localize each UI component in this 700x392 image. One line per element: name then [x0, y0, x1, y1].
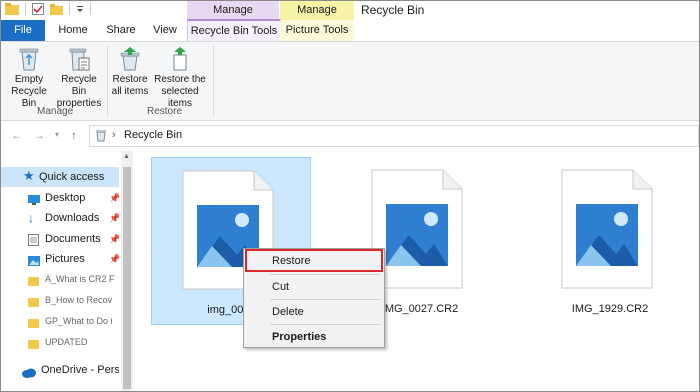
- restore-all-line2: all items: [111, 86, 149, 97]
- nav-folder-label: UPDATED: [45, 337, 88, 347]
- nav-folder[interactable]: A_What is CR2 F: [1, 269, 119, 289]
- menu-item-label: Properties: [272, 331, 327, 343]
- breadcrumb-separator: ›: [112, 129, 116, 141]
- tab-share[interactable]: Share: [99, 20, 143, 41]
- properties-check-icon[interactable]: [32, 3, 44, 15]
- nav-folder[interactable]: UPDATED: [1, 332, 119, 352]
- divider: [90, 3, 91, 15]
- desktop-icon: [28, 192, 40, 208]
- menu-item-properties[interactable]: Properties: [244, 326, 384, 348]
- nav-onedrive[interactable]: OneDrive - Person: [1, 360, 119, 380]
- up-arrow-icon[interactable]: ↑: [71, 128, 77, 142]
- nav-quick-access[interactable]: ★ Quick access: [1, 167, 119, 187]
- navigation-pane: ★ Quick access Desktop 📌 ↓ Downloads 📌 D…: [1, 151, 121, 391]
- restore-all-items-button[interactable]: Restore all items: [111, 46, 149, 98]
- tab-recycle-bin-tools[interactable]: Recycle Bin Tools: [187, 19, 281, 41]
- ribbon-tabs: File Home Share View Recycle Bin Tools P…: [1, 19, 699, 42]
- menu-divider: [270, 324, 380, 325]
- nav-item-downloads[interactable]: ↓ Downloads 📌: [1, 208, 119, 228]
- folder-icon: [28, 273, 39, 289]
- restore-selected-line1: Restore the: [154, 74, 206, 85]
- restore-all-line1: Restore: [112, 74, 148, 85]
- customize-dropdown-icon[interactable]: [76, 5, 84, 13]
- documents-icon: [28, 233, 39, 249]
- address-row: ← → ▾ ↑ › Recycle Bin: [1, 121, 699, 149]
- menu-item-label: Cut: [272, 281, 290, 293]
- group-divider: [107, 46, 108, 116]
- explorer-window: Manage Manage Recycle Bin File Home Shar…: [0, 0, 700, 392]
- new-folder-icon[interactable]: [50, 3, 63, 15]
- nav-item-label: Documents: [45, 233, 101, 245]
- pin-icon[interactable]: 📌: [109, 229, 119, 249]
- download-arrow-icon: ↓: [28, 211, 34, 225]
- address-bar[interactable]: › Recycle Bin: [89, 125, 699, 147]
- nav-item-documents[interactable]: Documents 📌: [1, 229, 119, 249]
- tab-home[interactable]: Home: [51, 20, 95, 41]
- nav-onedrive-label: OneDrive - Person: [41, 364, 119, 376]
- folder-icon: [28, 315, 39, 331]
- folder-icon: [28, 336, 39, 352]
- nav-folder-label: GP_What to Do i: [45, 316, 113, 326]
- pin-icon[interactable]: 📌: [109, 188, 119, 208]
- restore-highlight-box: [245, 249, 383, 272]
- divider: [69, 3, 70, 15]
- nav-quick-access-label: Quick access: [39, 171, 105, 183]
- group-label-restore: Restore: [147, 106, 183, 117]
- recent-locations-chevron-icon[interactable]: ▾: [55, 130, 59, 139]
- restore-selected-icon: [173, 47, 187, 71]
- group-label-manage: Manage: [37, 106, 74, 117]
- recycle-bin-icon: [19, 48, 39, 71]
- file-name: IMG_1929.CR2: [571, 303, 649, 315]
- nav-folder-label: A_What is CR2 F: [45, 274, 115, 284]
- nav-item-label: Desktop: [45, 192, 86, 204]
- menu-item-label: Delete: [272, 306, 304, 318]
- divider: [25, 3, 26, 15]
- tab-view[interactable]: View: [145, 20, 185, 41]
- context-group-manage-recycle: Manage: [187, 1, 279, 20]
- restore-all-icon: [120, 47, 140, 71]
- nav-item-label: Pictures: [45, 253, 85, 265]
- pictures-icon: [28, 253, 40, 269]
- empty-label-line1: Empty: [14, 74, 44, 85]
- empty-recycle-bin-button[interactable]: Empty Recycle Bin: [5, 46, 53, 110]
- group-divider: [213, 46, 214, 116]
- nav-item-label: Downloads: [45, 212, 100, 224]
- ribbon: Empty Recycle Bin Recycle Bin properties…: [1, 42, 699, 121]
- scrollbar-thumb[interactable]: [123, 167, 131, 389]
- menu-divider: [270, 299, 380, 300]
- tab-file[interactable]: File: [1, 20, 45, 41]
- pin-icon[interactable]: 📌: [109, 249, 119, 269]
- forward-arrow-icon[interactable]: →: [33, 128, 45, 142]
- menu-divider: [270, 274, 380, 275]
- tab-picture-tools[interactable]: Picture Tools: [280, 20, 354, 41]
- restore-selected-items-button[interactable]: Restore the selected items: [151, 46, 209, 110]
- nav-item-pictures[interactable]: Pictures 📌: [1, 249, 119, 269]
- title-bar: Manage Manage Recycle Bin: [1, 1, 699, 20]
- file-list: img_0011 IMG_0027.CR2 IMG_1929.CR2: [135, 151, 699, 391]
- image-file-icon: [561, 169, 653, 289]
- menu-item-delete[interactable]: Delete: [244, 301, 384, 323]
- folder-icon[interactable]: [5, 3, 19, 15]
- breadcrumb-recycle-bin[interactable]: Recycle Bin: [124, 129, 182, 141]
- quick-access-toolbar: [5, 3, 91, 15]
- nav-folder[interactable]: B_How to Recov: [1, 290, 119, 310]
- context-group-manage-picture: Manage: [280, 1, 354, 20]
- cloud-icon: [21, 365, 37, 380]
- recycle-bin-properties-button[interactable]: Recycle Bin properties: [55, 46, 103, 110]
- back-arrow-icon[interactable]: ←: [11, 128, 23, 142]
- folder-icon: [28, 294, 39, 310]
- scroll-up-icon[interactable]: ▲: [123, 153, 130, 160]
- properties-label-line1: Recycle Bin: [61, 74, 97, 97]
- nav-item-desktop[interactable]: Desktop 📌: [1, 188, 119, 208]
- file-item[interactable]: IMG_1929.CR2: [531, 157, 689, 323]
- properties-icon: [69, 48, 90, 71]
- window-title: Recycle Bin: [361, 3, 425, 17]
- recycle-bin-small-icon: [96, 130, 106, 142]
- menu-item-cut[interactable]: Cut: [244, 276, 384, 298]
- pin-icon[interactable]: 📌: [109, 208, 119, 228]
- nav-folder-label: B_How to Recov: [45, 295, 113, 305]
- nav-folder[interactable]: GP_What to Do i: [1, 311, 119, 331]
- nav-scrollbar[interactable]: ▲: [121, 151, 133, 391]
- star-icon: ★: [23, 168, 35, 183]
